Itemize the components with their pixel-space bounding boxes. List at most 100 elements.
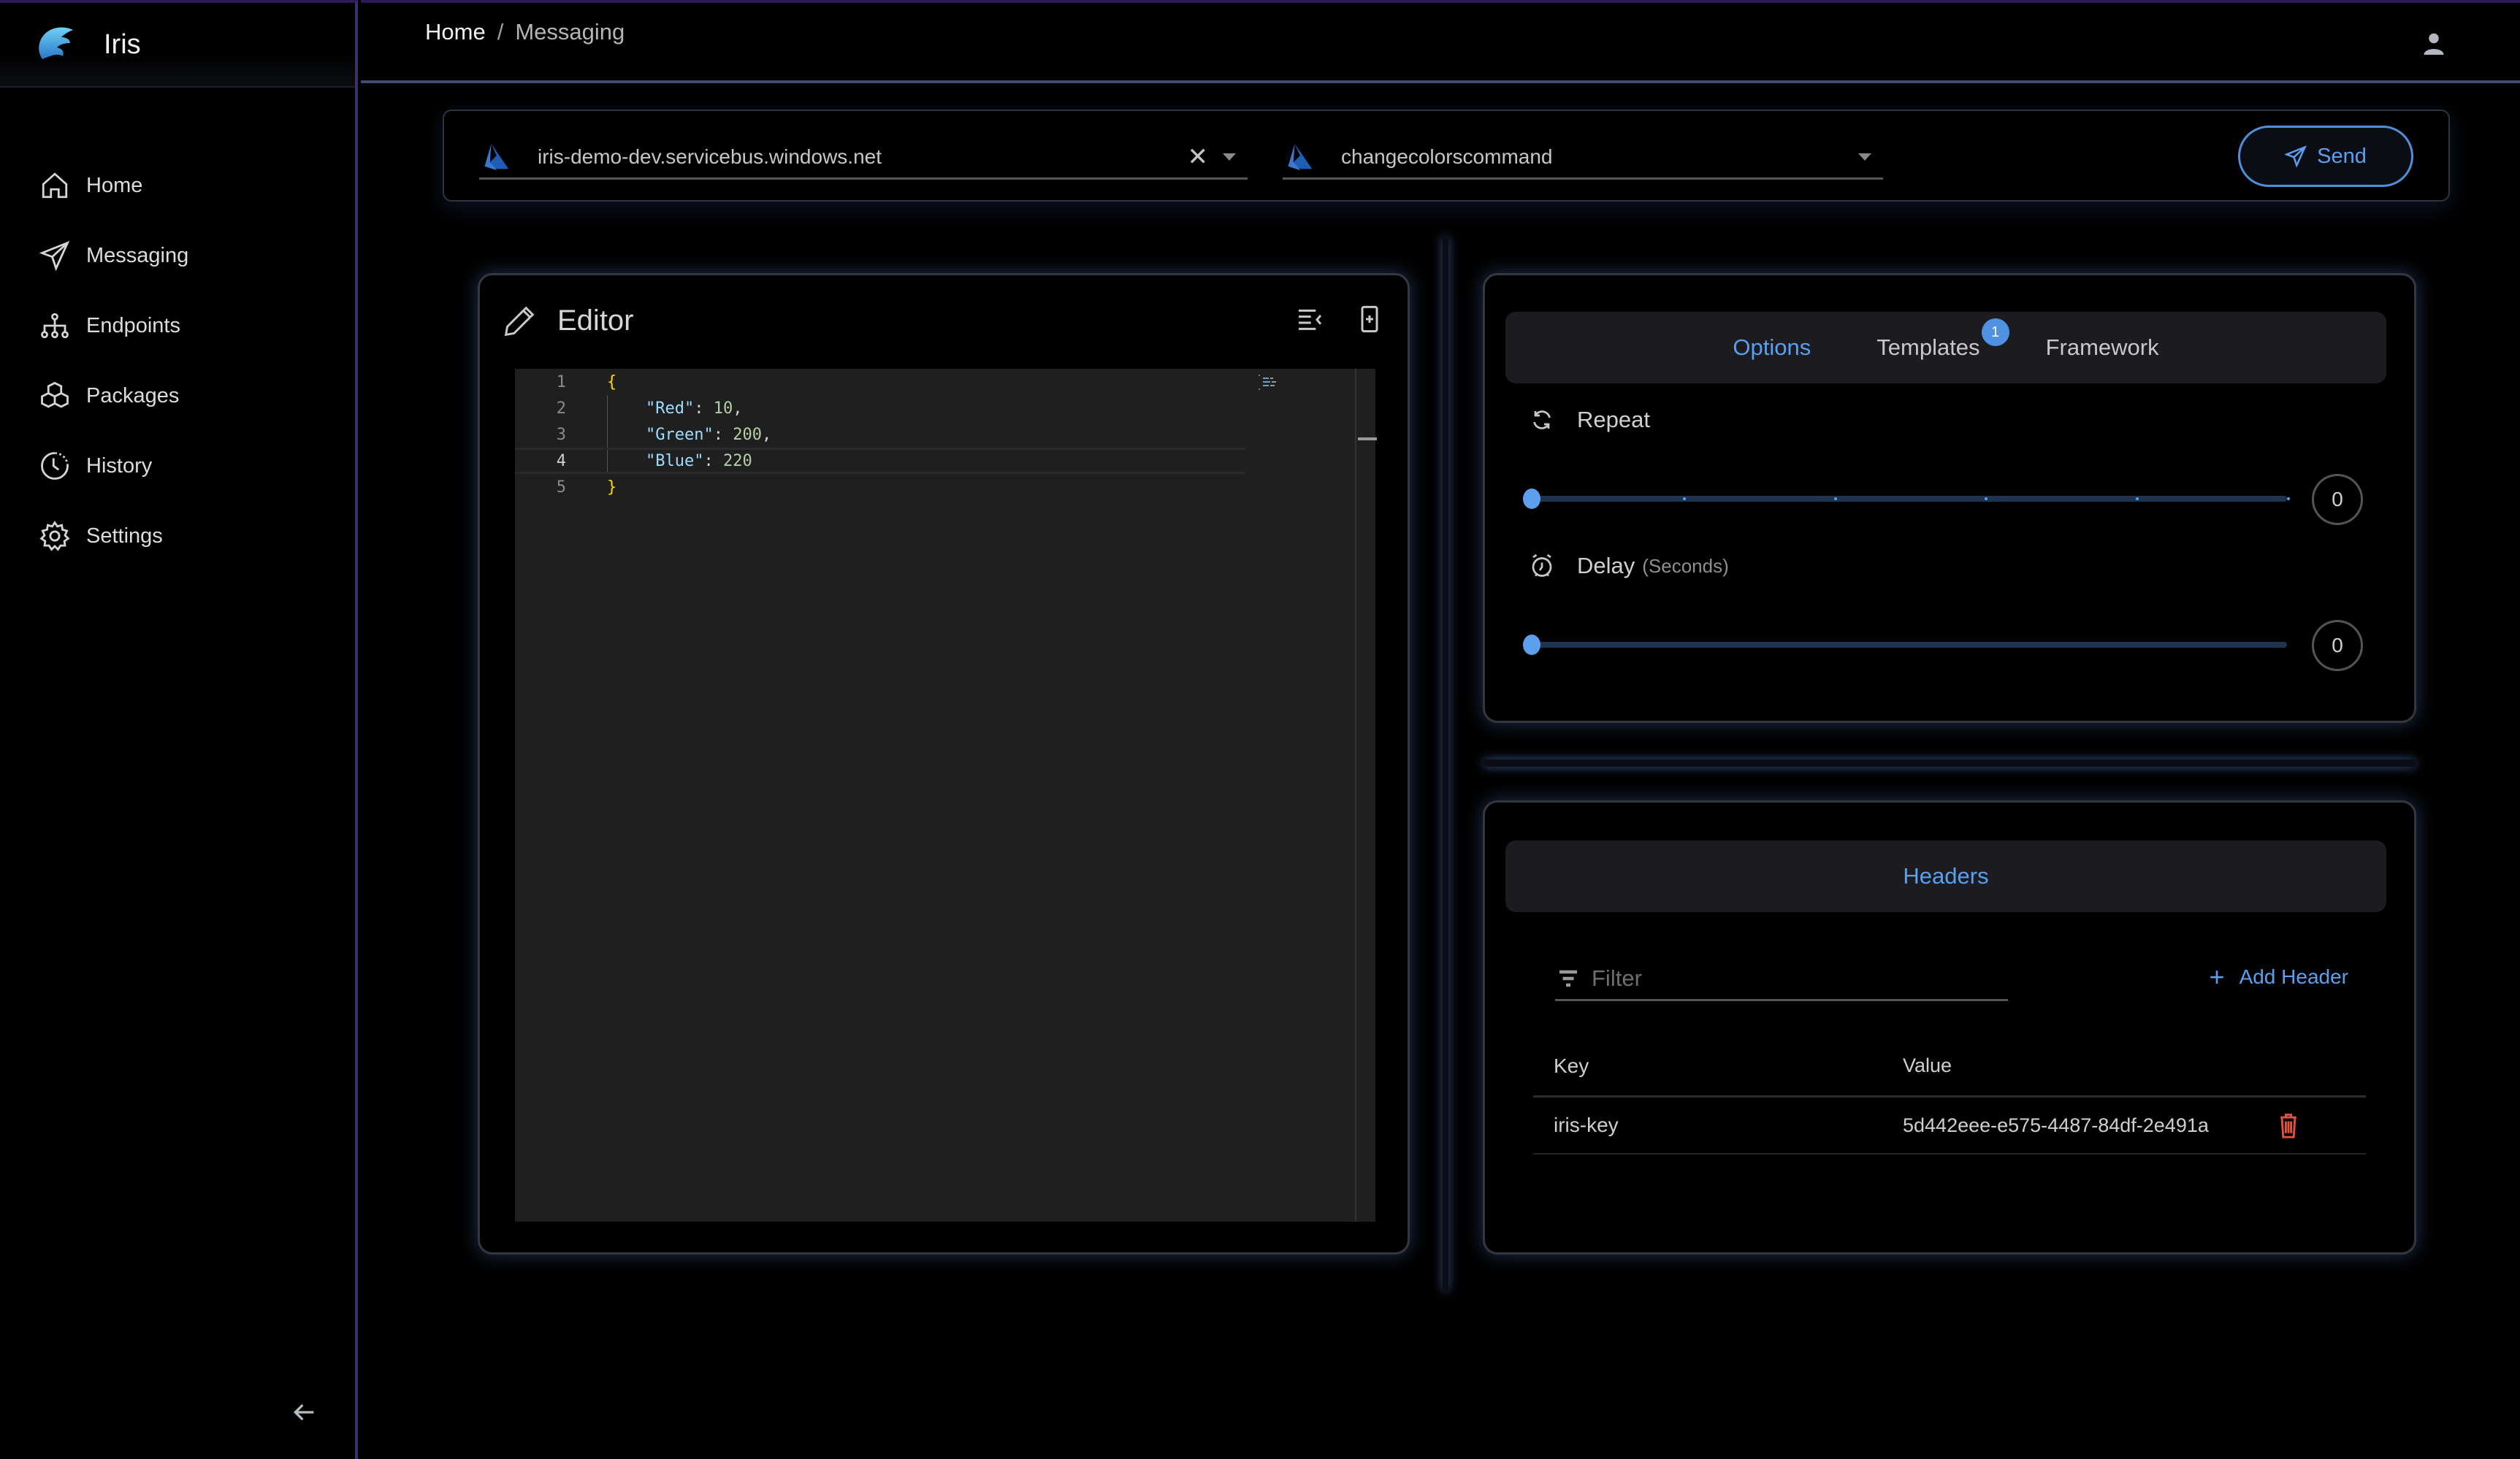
refresh-icon xyxy=(1533,410,1551,429)
format-button[interactable] xyxy=(1295,305,1324,334)
horizontal-splitter[interactable] xyxy=(1483,759,2416,767)
sidebar-item-endpoints[interactable]: Endpoints xyxy=(0,291,355,361)
namespace-select[interactable]: iris-demo-dev.servicebus.windows.net ✕ xyxy=(479,136,1248,180)
app-name: Iris xyxy=(104,28,141,60)
header-key: iris-key xyxy=(1554,1114,1619,1136)
pencil-icon xyxy=(504,306,535,336)
chevron-down-icon[interactable] xyxy=(1223,153,1236,161)
options-tabbar: Options Templates 1 Framework xyxy=(1505,312,2386,383)
options-panel: Options Templates 1 Framework Repeat 0 D… xyxy=(1483,273,2416,723)
code-token: 10 xyxy=(713,399,733,418)
delay-unit: (Seconds) xyxy=(1642,554,1729,577)
tab-framework[interactable]: Framework xyxy=(2046,334,2159,361)
repeat-slider-thumb[interactable] xyxy=(1523,489,1540,509)
headers-table: Key Value iris-key 5d442eee-e575-4487-84… xyxy=(1533,1036,2366,1154)
tab-options[interactable]: Options xyxy=(1733,334,1811,361)
topic-select[interactable]: changecolorscommand xyxy=(1283,136,1883,180)
header-value: 5d442eee-e575-4487-84df-2e491a xyxy=(1903,1114,2209,1136)
chevron-down-icon[interactable] xyxy=(1858,153,1871,161)
slider-tick xyxy=(1682,497,1686,500)
trash-icon xyxy=(2280,1114,2296,1138)
format-icon xyxy=(1299,309,1322,330)
delay-label-text: Delay xyxy=(1577,553,1635,578)
brand: Iris xyxy=(0,3,355,88)
connection-bar: iris-demo-dev.servicebus.windows.net ✕ c… xyxy=(443,110,2450,202)
sidebar-item-label: Messaging xyxy=(86,243,189,267)
code-token: { xyxy=(607,372,617,391)
send-icon xyxy=(39,240,70,271)
code-line[interactable]: 5} xyxy=(515,474,1245,500)
repeat-value[interactable]: 0 xyxy=(2312,474,2363,525)
code-line[interactable]: 2 "Red": 10, xyxy=(515,395,1245,421)
slider-tick xyxy=(1833,497,1837,500)
add-header-label: Add Header xyxy=(2239,965,2348,988)
column-value: Value xyxy=(1903,1054,1952,1076)
sidebar-nav: Home Messaging Endpoints Packages Histor… xyxy=(0,150,355,571)
breadcrumb-current: Messaging xyxy=(515,19,625,45)
delay-label: Delay (Seconds) xyxy=(1529,553,1729,579)
repeat-slider[interactable] xyxy=(1523,489,2290,509)
editor-title: Editor xyxy=(557,305,634,337)
code-line[interactable]: 1{ xyxy=(515,369,1245,395)
vertical-splitter[interactable] xyxy=(1443,237,1448,1291)
sidebar-item-messaging[interactable]: Messaging xyxy=(0,221,355,291)
send-button[interactable]: Send xyxy=(2238,126,2413,187)
tab-templates[interactable]: Templates 1 xyxy=(1876,318,2009,361)
templates-count-badge: 1 xyxy=(1981,318,2009,346)
add-document-icon xyxy=(1361,305,1378,333)
headers-panel: Headers + Add Header Key Value iris-key … xyxy=(1483,800,2416,1255)
sidebar-item-home[interactable]: Home xyxy=(0,150,355,221)
code-text: "Red": 10, xyxy=(607,399,742,418)
packages-icon xyxy=(41,381,69,408)
gear-icon xyxy=(39,521,70,551)
clear-icon[interactable]: ✕ xyxy=(1188,142,1209,172)
user-menu-button[interactable] xyxy=(2421,31,2447,57)
insert-button[interactable] xyxy=(1355,305,1384,334)
azure-icon xyxy=(484,143,509,170)
sidebar-item-packages[interactable]: Packages xyxy=(0,361,355,431)
send-button-label: Send xyxy=(2317,144,2367,168)
code-token: 200 xyxy=(733,425,762,444)
topic-value: changecolorscommand xyxy=(1341,145,1553,168)
code-text: { xyxy=(607,373,616,391)
code-editor[interactable]: 1{2 "Red": 10, 3 "Green": 200, 4 "Blue": 2… xyxy=(515,369,1377,1222)
tab-headers[interactable]: Headers xyxy=(1903,863,1988,889)
delay-slider[interactable] xyxy=(1523,635,2287,655)
editor-header: Editor xyxy=(503,305,634,337)
sidebar-item-label: History xyxy=(86,453,153,478)
line-number: 5 xyxy=(556,478,566,497)
code-token: : xyxy=(713,425,733,444)
delay-value[interactable]: 0 xyxy=(2312,620,2363,671)
breadcrumb: Home / Messaging xyxy=(425,19,625,45)
filter-input[interactable] xyxy=(1592,965,1986,992)
line-number: 4 xyxy=(556,451,566,470)
code-text: } xyxy=(607,478,616,497)
breadcrumb-home-link[interactable]: Home xyxy=(425,19,486,45)
minimap[interactable] xyxy=(1257,373,1286,395)
sidebar-item-label: Home xyxy=(86,173,143,197)
repeat-label: Repeat xyxy=(1529,407,1650,433)
home-icon xyxy=(42,172,68,199)
code-line[interactable]: 4 "Blue": 220 xyxy=(515,448,1245,474)
delay-slider-thumb[interactable] xyxy=(1523,635,1540,655)
filter-field[interactable] xyxy=(1555,957,2008,1001)
slider-tick xyxy=(1985,497,1988,500)
code-line[interactable]: 3 "Green": 200, xyxy=(515,421,1245,448)
sidebar-item-label: Settings xyxy=(86,524,163,548)
scroll-thumb[interactable] xyxy=(1358,437,1377,440)
delete-header-button[interactable] xyxy=(2215,1112,2361,1138)
add-header-button[interactable]: + Add Header xyxy=(2210,962,2348,992)
code-token: : xyxy=(694,399,714,418)
sidebar-item-settings[interactable]: Settings xyxy=(0,501,355,571)
code-token: } xyxy=(607,478,617,497)
line-number: 2 xyxy=(556,399,566,418)
editor-scrollbar[interactable] xyxy=(1355,369,1377,1222)
network-icon xyxy=(41,313,69,339)
collapse-sidebar-button[interactable] xyxy=(289,1398,318,1427)
table-row: iris-key 5d442eee-e575-4487-84df-2e491a xyxy=(1533,1098,2366,1154)
namespace-value: iris-demo-dev.servicebus.windows.net xyxy=(538,145,882,168)
sidebar-item-history[interactable]: History xyxy=(0,431,355,501)
history-icon xyxy=(41,452,69,480)
